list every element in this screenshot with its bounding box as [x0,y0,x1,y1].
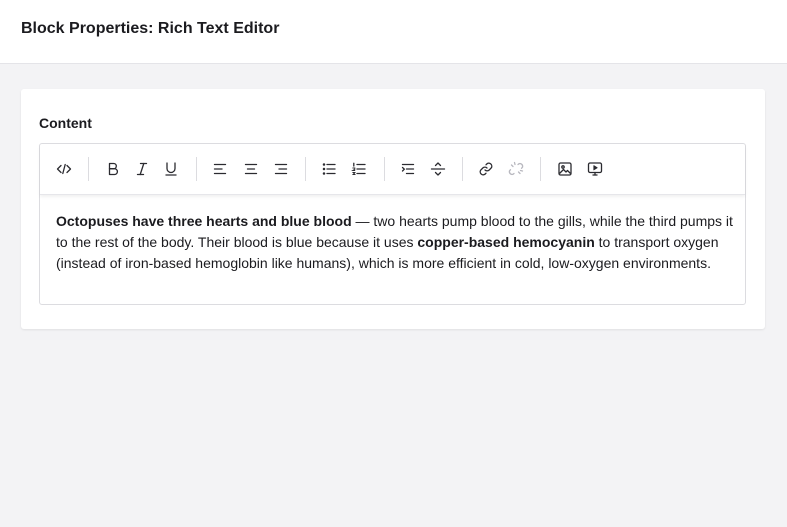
toolbar-divider [384,157,385,181]
toolbar-divider [305,157,306,181]
content-bold-text: Octopuses have three hearts and blue blo… [56,213,352,229]
editor-content[interactable]: Octopuses have three hearts and blue blo… [56,211,736,274]
content-bold-text: copper-based hemocyanin [417,234,595,250]
indent-icon[interactable] [399,160,417,178]
rich-text-editor: Octopuses have three hearts and blue blo… [39,143,746,305]
italic-icon[interactable] [133,160,151,178]
content-field-label: Content [39,115,92,131]
page-title: Block Properties: Rich Text Editor [21,20,280,37]
editor-toolbar [40,144,745,195]
toolbar-divider [88,157,89,181]
toolbar-divider [540,157,541,181]
toolbar-divider [462,157,463,181]
bold-icon[interactable] [104,160,122,178]
image-icon[interactable] [556,160,574,178]
align-left-icon[interactable] [211,160,229,178]
align-center-icon[interactable] [242,160,260,178]
page-header: Block Properties: Rich Text Editor [0,0,787,64]
unlink-icon[interactable] [507,160,525,178]
properties-card: Content Octopuses have three hearts and … [21,89,765,329]
horizontal-rule-icon[interactable] [429,160,447,178]
align-right-icon[interactable] [272,160,290,178]
embed-media-icon[interactable] [586,160,604,178]
underline-icon[interactable] [162,160,180,178]
numbered-list-icon[interactable] [350,160,368,178]
toolbar-divider [196,157,197,181]
link-icon[interactable] [477,160,495,178]
bullet-list-icon[interactable] [320,160,338,178]
source-code-icon[interactable] [55,160,73,178]
